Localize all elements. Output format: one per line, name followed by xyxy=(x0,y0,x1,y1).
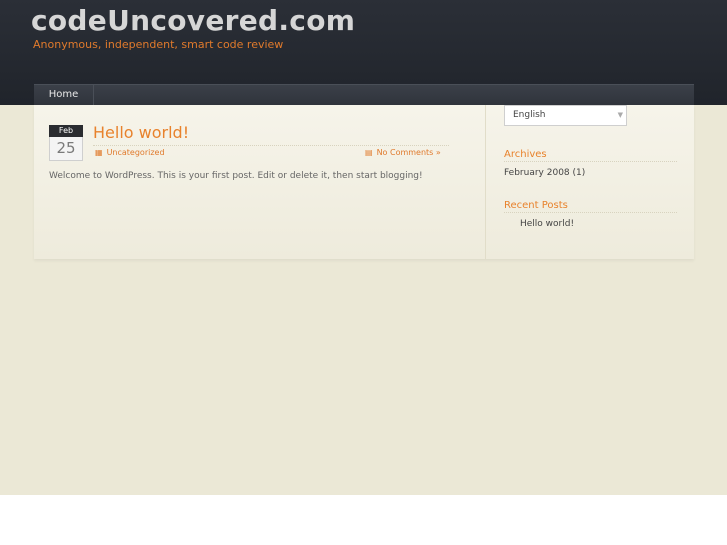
category-label: Uncategorized xyxy=(106,148,165,157)
recent-posts-heading: Recent Posts xyxy=(504,200,677,213)
main-navigation: Home xyxy=(34,84,694,106)
post-title-link[interactable]: Hello world! xyxy=(93,123,189,142)
post-date-day: 25 xyxy=(49,137,83,161)
post-date-badge: Feb 25 xyxy=(49,125,83,162)
archive-link[interactable]: February 2008 xyxy=(504,168,570,178)
site-header: codeUncovered.com Anonymous, independent… xyxy=(0,0,727,106)
archive-count: (1) xyxy=(572,168,586,178)
archives-heading: Archives xyxy=(504,149,677,162)
folder-icon: ▦ xyxy=(95,148,103,157)
comment-icon: ▤ xyxy=(365,148,373,157)
category-link[interactable]: ▦ Uncategorized xyxy=(95,148,165,157)
language-select[interactable]: English ▼ xyxy=(504,105,627,126)
chevron-down-icon: ▼ xyxy=(617,111,623,119)
content-container: Feb 25 Hello world! ▦ Uncategorized ▤ No C… xyxy=(34,105,694,259)
post-date-month: Feb xyxy=(49,125,83,137)
sidebar: English ▼ Archives February 2008 (1) Rec… xyxy=(504,105,679,259)
nav-item-home[interactable]: Home xyxy=(34,85,94,106)
recent-post-link[interactable]: Hello world! xyxy=(520,219,574,229)
page-background: codeUncovered.com Anonymous, independent… xyxy=(0,0,727,495)
comments-link[interactable]: ▤ No Comments » xyxy=(365,148,441,157)
site-tagline: Anonymous, independent, smart code revie… xyxy=(33,38,284,51)
comments-label: No Comments » xyxy=(376,148,441,157)
site-title[interactable]: codeUncovered.com xyxy=(31,4,355,37)
main-column: Feb 25 Hello world! ▦ Uncategorized ▤ No C… xyxy=(34,105,486,259)
post-meta-divider xyxy=(93,145,449,146)
language-select-value: English xyxy=(513,110,546,120)
post-body: Welcome to WordPress. This is your first… xyxy=(49,171,423,181)
archive-list-item: February 2008 (1) xyxy=(504,168,585,178)
